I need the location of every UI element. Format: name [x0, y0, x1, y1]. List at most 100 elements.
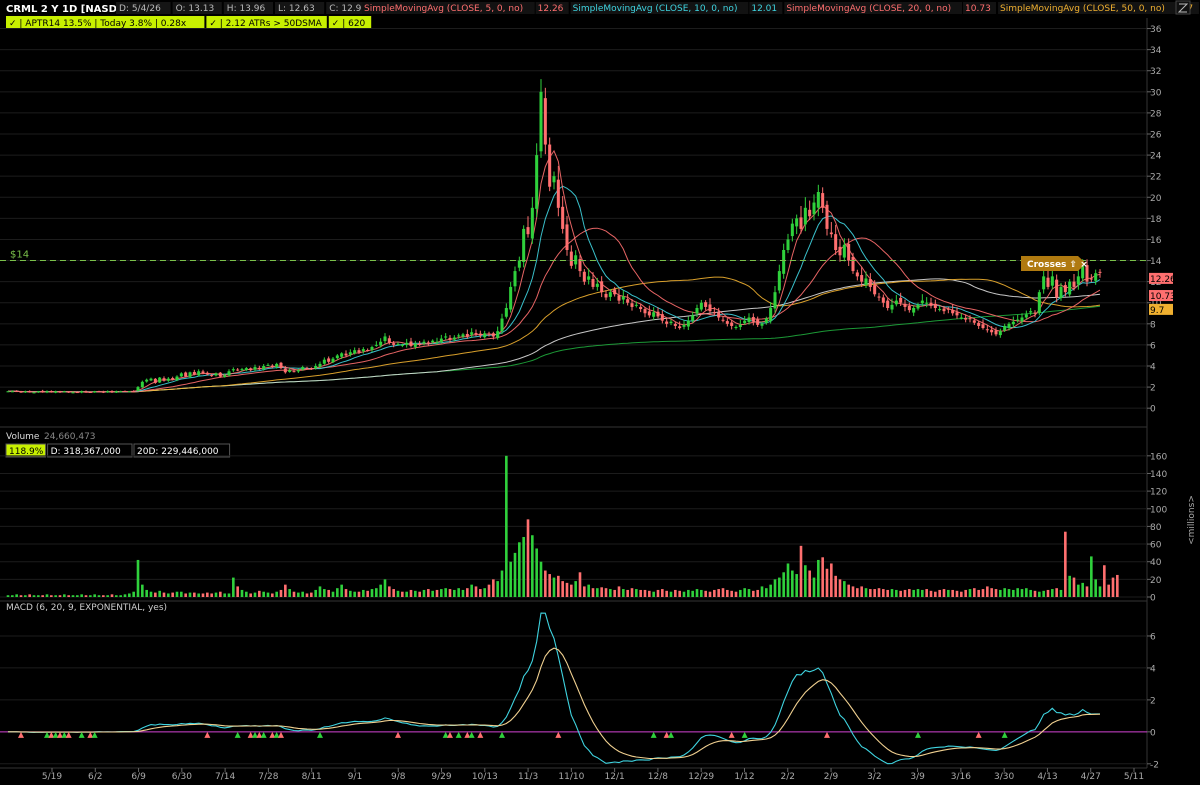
volume-bar [396, 590, 400, 597]
candle [933, 303, 937, 308]
study-legend-label[interactable]: SimpleMovingAvg (CLOSE, 20, 0, no) [786, 4, 951, 14]
expand-icon[interactable] [1175, 0, 1191, 15]
candle [244, 368, 248, 371]
volume-bar [136, 559, 140, 597]
candle [1068, 281, 1072, 295]
price-tick-label: 0 [1150, 405, 1156, 415]
volume-bar [535, 548, 538, 597]
volume-bar [509, 561, 512, 597]
volume-bar [466, 588, 469, 597]
candle [396, 343, 400, 345]
volume-value: 24,660,473 [44, 432, 96, 442]
time-tick-label: 4/27 [1081, 772, 1101, 782]
time-tick-label: 1/12 [734, 772, 754, 782]
candle [834, 234, 838, 250]
candle [10, 391, 14, 393]
candle [422, 341, 426, 344]
crosses-alert-badge[interactable]: Crosses ⇧ × [1021, 256, 1088, 271]
volume-bar [518, 542, 521, 597]
candle [803, 207, 807, 225]
candle [990, 329, 994, 333]
candle [444, 336, 448, 338]
candle [994, 330, 998, 335]
scan-label[interactable]: ✓ | 620 [332, 19, 366, 29]
candle [153, 378, 157, 383]
volume-bar [578, 572, 582, 597]
candle [487, 333, 491, 335]
candle [88, 391, 92, 393]
volume-bar [180, 591, 183, 597]
time-tick-label: 12/8 [648, 772, 668, 782]
volume-bar [834, 575, 837, 597]
study-value: 12.01 [751, 4, 777, 14]
candle [379, 341, 383, 346]
candle [1072, 281, 1076, 287]
candle [374, 344, 378, 346]
candle [1020, 317, 1024, 322]
macd-tick-label: 2 [1150, 696, 1156, 706]
candle [452, 337, 456, 340]
time-tick-label: 6/30 [172, 772, 192, 782]
candle [227, 371, 231, 376]
volume-bar [470, 584, 473, 597]
candle [773, 292, 777, 309]
time-tick-label: 11/3 [518, 772, 538, 782]
volume-bar [847, 584, 850, 597]
volume-bar [275, 591, 278, 597]
scan-label[interactable]: ✓ | APTR14 13.5% | Today 3.8% | 0.28x [9, 19, 187, 29]
volume-bar [106, 595, 109, 597]
chart-canvas[interactable]: CRML 2 Y 1D [NASDAQ] D: 5/4/26 O: 13.13 H:… [0, 0, 1200, 785]
time-tick-label: 3/30 [994, 772, 1014, 782]
candle [71, 392, 75, 394]
candle [660, 314, 664, 321]
candle [253, 367, 257, 370]
scan-label[interactable]: ✓ | 2.12 ATRs > 50DSMA [209, 19, 322, 29]
volume-bar [851, 586, 855, 597]
candle [513, 271, 517, 287]
volume-bar [778, 577, 781, 597]
volume-bar [635, 589, 638, 597]
candle [236, 369, 240, 371]
volume-bar [206, 592, 209, 597]
candle [959, 317, 963, 319]
price-tick-label: 32 [1150, 67, 1161, 77]
volume-bar [1033, 590, 1037, 597]
volume-bar [141, 584, 144, 597]
volume-bar [921, 589, 924, 597]
ohlc-field: D: 5/4/26 [119, 4, 161, 14]
candle [15, 391, 19, 393]
candle [569, 251, 573, 266]
volume-bar [721, 588, 725, 597]
candle [197, 371, 201, 376]
volume-bar [1085, 586, 1089, 597]
candle [405, 342, 409, 345]
ohlc-field: H: 13.96 [227, 4, 266, 14]
candle [283, 368, 287, 373]
candle [400, 344, 404, 346]
volume-bar [973, 588, 976, 597]
volume-tick-label: 40 [1150, 558, 1162, 568]
candle [691, 315, 695, 321]
volume-bar [626, 589, 629, 597]
volume-label-row: 118.9% D: 318,367,000 20D: 229,446,000 [5, 443, 231, 458]
candle [470, 332, 474, 335]
candle [240, 369, 244, 371]
candle [19, 391, 23, 393]
study-legend-label[interactable]: SimpleMovingAvg (CLOSE, 10, 0, no) [573, 4, 738, 14]
volume-bar [583, 586, 586, 597]
candle [249, 368, 253, 371]
volume-bar [175, 591, 179, 597]
candle [166, 378, 170, 381]
volume-bar [93, 594, 96, 597]
volume-bar [240, 589, 244, 597]
candle [821, 193, 825, 208]
candle [526, 227, 530, 235]
candle [1089, 278, 1093, 280]
study-legend-label[interactable]: SimpleMovingAvg (CLOSE, 50, 0, no) [1000, 4, 1165, 14]
candle [842, 244, 846, 258]
volume-bar [1051, 589, 1054, 597]
volume-bar [1042, 590, 1045, 597]
study-legend-label[interactable]: SimpleMovingAvg (CLOSE, 5, 0, no) [364, 4, 523, 14]
volume-bar [37, 595, 40, 597]
candle [457, 335, 461, 337]
